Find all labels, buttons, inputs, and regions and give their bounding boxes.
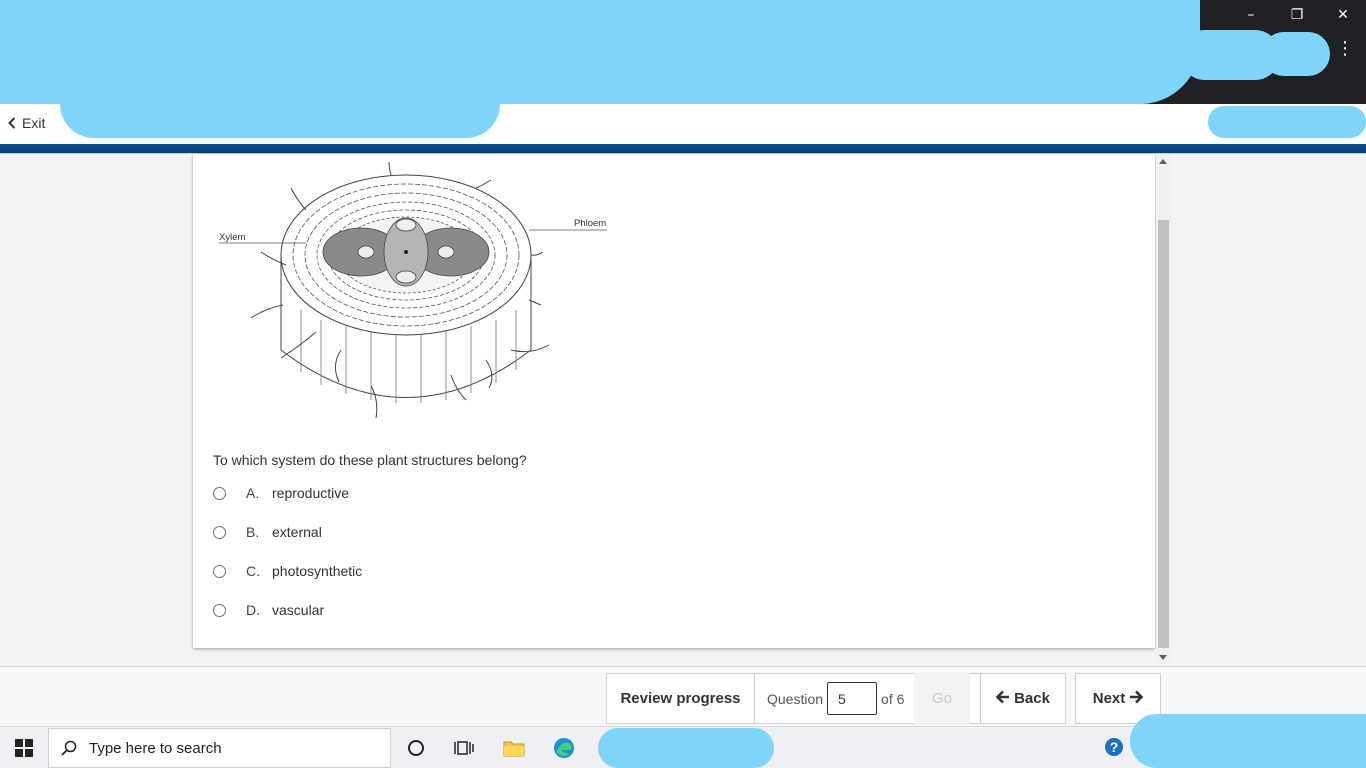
back-button[interactable]: Back xyxy=(980,673,1066,724)
redaction-overlay xyxy=(1262,32,1330,76)
arrow-left-icon xyxy=(995,690,1010,708)
redaction-overlay xyxy=(598,728,774,768)
question-panel: Xylem Phloem To which system do these pl… xyxy=(193,154,1155,648)
review-progress-label: Review progress xyxy=(620,690,741,707)
radio-button[interactable] xyxy=(213,525,226,539)
search-placeholder: Type here to search xyxy=(89,739,222,757)
root-cross-section-figure: Xylem Phloem xyxy=(219,161,607,419)
choice-letter: B. xyxy=(246,524,260,540)
file-explorer-icon[interactable] xyxy=(494,728,534,768)
scroll-down-arrow-icon[interactable] xyxy=(1159,655,1167,660)
help-icon[interactable]: ? xyxy=(1102,728,1128,768)
panel-scrollbar[interactable] xyxy=(1156,154,1171,664)
scroll-thumb[interactable] xyxy=(1158,220,1169,648)
choice-letter: A. xyxy=(246,485,260,501)
redaction-overlay xyxy=(60,104,500,138)
minimize-button[interactable]: – xyxy=(1228,0,1274,30)
go-button[interactable]: Go xyxy=(914,673,970,724)
review-progress-button[interactable]: Review progress xyxy=(606,673,755,724)
choice-d[interactable]: D. vascular xyxy=(213,599,324,621)
exit-label: Exit xyxy=(22,115,46,131)
xylem-label: Xylem xyxy=(219,232,245,243)
windows-start-icon[interactable] xyxy=(0,728,48,768)
question-total: of 6 xyxy=(881,690,905,707)
choice-c[interactable]: C. photosynthetic xyxy=(213,560,362,582)
taskbar: Type here to search ? xyxy=(0,714,1366,768)
browser-chrome: – ❐ ✕ ⋮ xyxy=(0,0,1366,104)
exit-button[interactable]: Exit xyxy=(8,115,45,131)
choice-text: reproductive xyxy=(272,485,350,501)
question-prompt: To which system do these plant structure… xyxy=(213,452,527,468)
cortana-icon[interactable] xyxy=(396,728,436,768)
scroll-up-arrow-icon[interactable] xyxy=(1159,159,1167,164)
question-label: Question xyxy=(767,690,824,707)
radio-button[interactable] xyxy=(213,486,226,500)
restore-button[interactable]: ❐ xyxy=(1274,0,1320,30)
arrow-right-icon xyxy=(1129,690,1144,708)
question-number-input[interactable] xyxy=(827,682,878,715)
choice-b[interactable]: B. external xyxy=(213,521,322,543)
header-rule xyxy=(0,144,1366,154)
app-header: Exit xyxy=(0,104,1366,144)
phloem-label: Phloem xyxy=(574,218,606,229)
taskbar-search[interactable]: Type here to search xyxy=(48,728,391,768)
task-view-icon[interactable] xyxy=(444,728,484,768)
choice-letter: C. xyxy=(246,563,260,579)
redaction-overlay xyxy=(1130,714,1366,768)
redaction-overlay xyxy=(1208,106,1366,138)
edge-browser-icon[interactable] xyxy=(544,728,584,768)
radio-button[interactable] xyxy=(213,603,226,617)
radio-button[interactable] xyxy=(213,564,226,578)
browser-menu-icon[interactable]: ⋮ xyxy=(1336,40,1354,58)
choice-a[interactable]: A. reproductive xyxy=(213,482,349,504)
search-icon xyxy=(61,740,77,756)
choice-letter: D. xyxy=(246,602,260,618)
close-window-button[interactable]: ✕ xyxy=(1320,0,1366,30)
redaction-overlay xyxy=(0,0,1200,104)
back-label: Back xyxy=(1014,690,1050,707)
choice-text: vascular xyxy=(272,602,325,618)
go-label: Go xyxy=(931,690,952,707)
svg-text:?: ? xyxy=(1110,739,1119,755)
choice-text: photosynthetic xyxy=(272,563,363,579)
choice-text: external xyxy=(272,524,322,540)
chevron-left-icon xyxy=(8,117,16,129)
next-label: Next xyxy=(1092,690,1126,707)
